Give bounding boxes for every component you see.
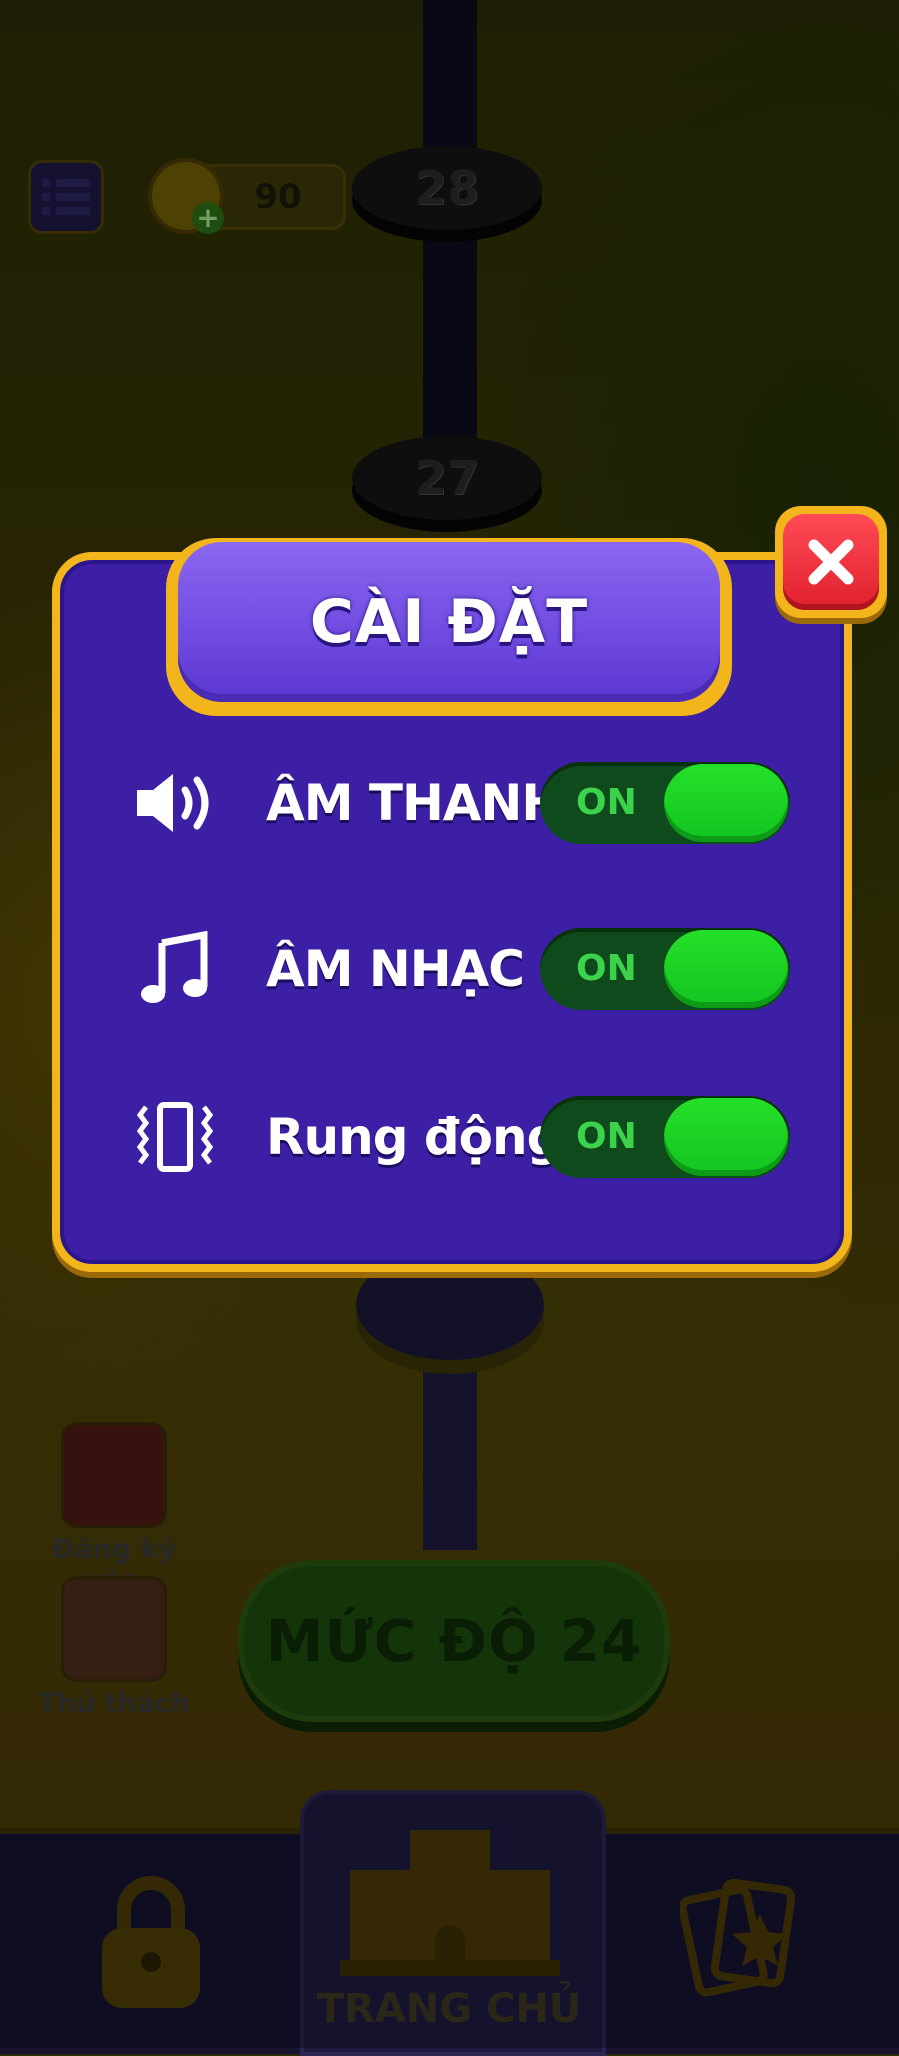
setting-row-vibration: Rung động ON: [120, 1092, 800, 1182]
vibration-toggle[interactable]: ON: [540, 1096, 790, 1178]
setting-label: ÂM THANH: [266, 774, 563, 832]
toggle-state-text: ON: [576, 1116, 637, 1157]
toggle-state-text: ON: [576, 948, 637, 989]
vibration-icon: [120, 1092, 230, 1182]
close-button[interactable]: [775, 506, 887, 618]
close-button-face[interactable]: [783, 514, 879, 610]
setting-row-music: ÂM NHẠC ON: [120, 924, 800, 1014]
toggle-knob: [664, 764, 788, 842]
dialog-title-banner: CÀI ĐẶT: [178, 542, 720, 702]
sound-toggle[interactable]: ON: [540, 762, 790, 844]
setting-label: Rung động: [266, 1108, 562, 1166]
toggle-knob: [664, 1098, 788, 1176]
setting-label: ÂM NHẠC: [266, 940, 525, 998]
toggle-knob: [664, 930, 788, 1008]
toggle-state-text: ON: [576, 782, 637, 823]
close-icon: [808, 539, 854, 585]
dialog-title: CÀI ĐẶT: [309, 587, 589, 657]
music-note-icon: [120, 924, 230, 1014]
music-toggle[interactable]: ON: [540, 928, 790, 1010]
speaker-icon: [120, 758, 230, 848]
setting-row-sound: ÂM THANH ON: [120, 758, 800, 848]
